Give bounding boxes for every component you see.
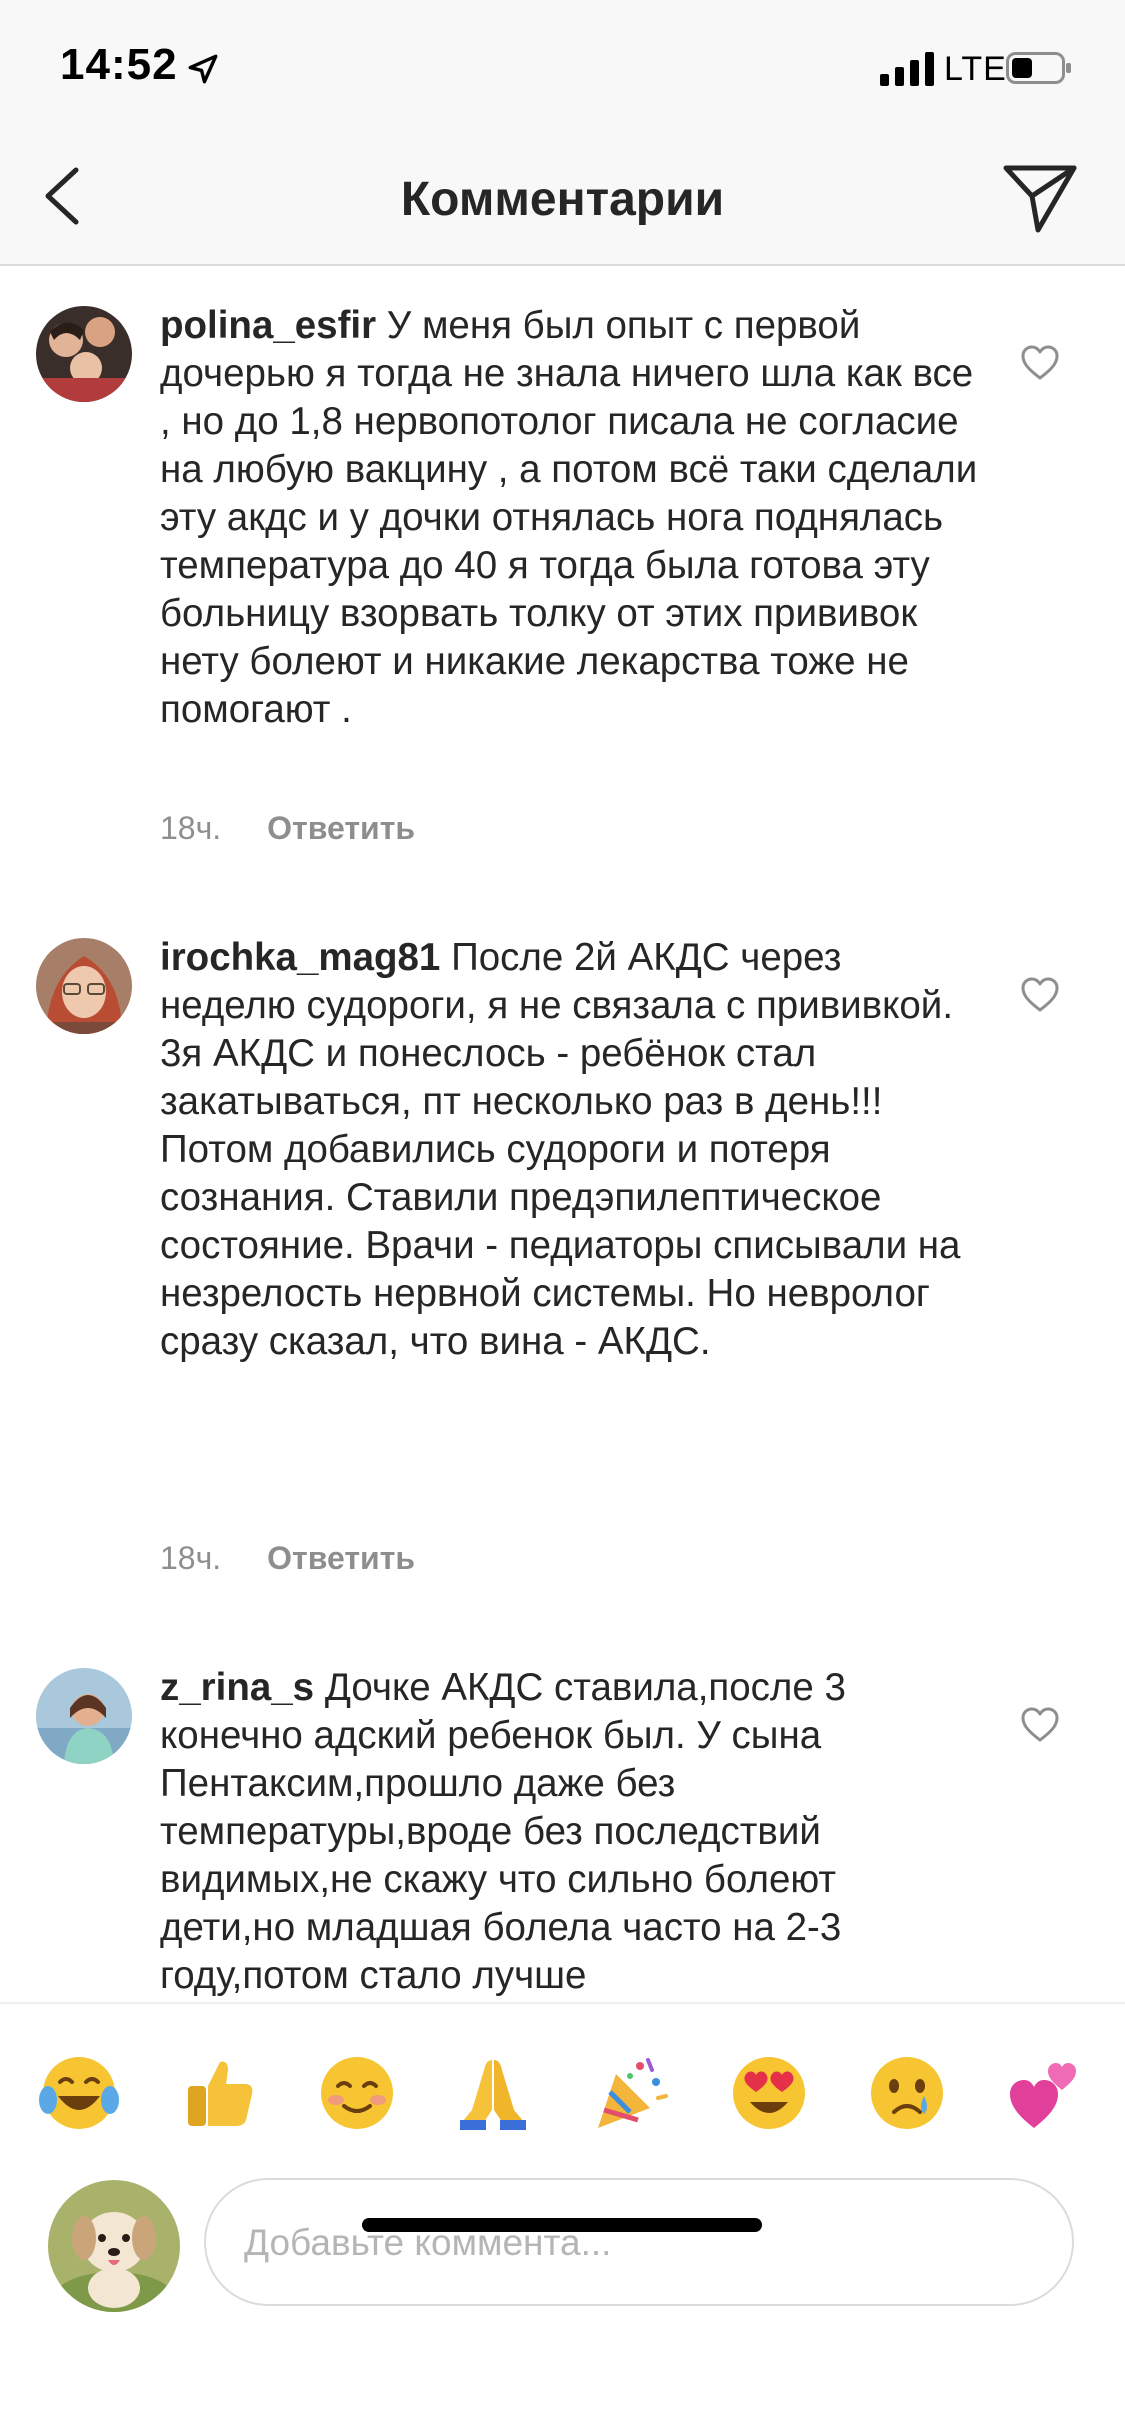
comment-username[interactable]: z_rina_s xyxy=(160,1666,314,1709)
location-arrow-icon xyxy=(188,54,218,84)
emoji-party-popper[interactable] xyxy=(590,2052,672,2134)
comment-composer xyxy=(0,2172,1125,2436)
comment-username[interactable]: irochka_mag81 xyxy=(160,936,440,979)
emoji-smiling-face[interactable] xyxy=(316,2052,398,2134)
heart-icon[interactable] xyxy=(1020,1706,1060,1744)
avatar[interactable] xyxy=(36,306,132,402)
comment-timestamp: 18ч. xyxy=(160,810,222,846)
emoji-folded-hands[interactable] xyxy=(452,2052,534,2134)
comments-viewport: z_rina_s Дочке АКДС ставила,после 3 коне… xyxy=(0,1000,1125,2000)
status-bar: 14:52 LTE xyxy=(0,0,1125,130)
emoji-tears-of-joy[interactable] xyxy=(38,2052,120,2134)
comment-input-box[interactable] xyxy=(204,2178,1074,2306)
page-title: Комментарии xyxy=(400,173,725,226)
paper-plane-icon[interactable] xyxy=(1002,160,1078,236)
battery-icon xyxy=(1006,52,1071,84)
comment-body: У меня был опыт с первой дочерью я тогда… xyxy=(160,304,978,731)
comment-text: z_rina_s Дочке АКДС ставила,после 3 коне… xyxy=(160,1664,980,2000)
comment-meta: 18ч. Ответить xyxy=(160,810,415,847)
home-indicator xyxy=(362,2218,762,2232)
emoji-quick-bar xyxy=(0,2002,1125,2174)
emoji-crying-face[interactable] xyxy=(866,2052,948,2134)
emoji-thumbs-up[interactable] xyxy=(178,2052,260,2134)
reply-button[interactable]: Ответить xyxy=(267,810,415,846)
emoji-two-hearts[interactable] xyxy=(1004,2052,1086,2134)
signal-icon xyxy=(880,52,934,86)
emoji-heart-eyes[interactable] xyxy=(728,2052,810,2134)
navigation-bar: Комментарии xyxy=(0,130,1125,266)
avatar[interactable] xyxy=(36,1668,132,1764)
comment-body: Дочке АКДС ставила,после 3 конечно адски… xyxy=(160,1666,846,1997)
comment-text: polina_esfir У меня был опыт с первой до… xyxy=(160,302,980,734)
comment-input[interactable] xyxy=(242,2180,1026,2306)
comment-username[interactable]: polina_esfir xyxy=(160,304,376,347)
status-time: 14:52 xyxy=(60,40,178,89)
user-avatar[interactable] xyxy=(48,2180,180,2312)
heart-icon[interactable] xyxy=(1020,344,1060,382)
network-type: LTE xyxy=(944,50,1007,88)
